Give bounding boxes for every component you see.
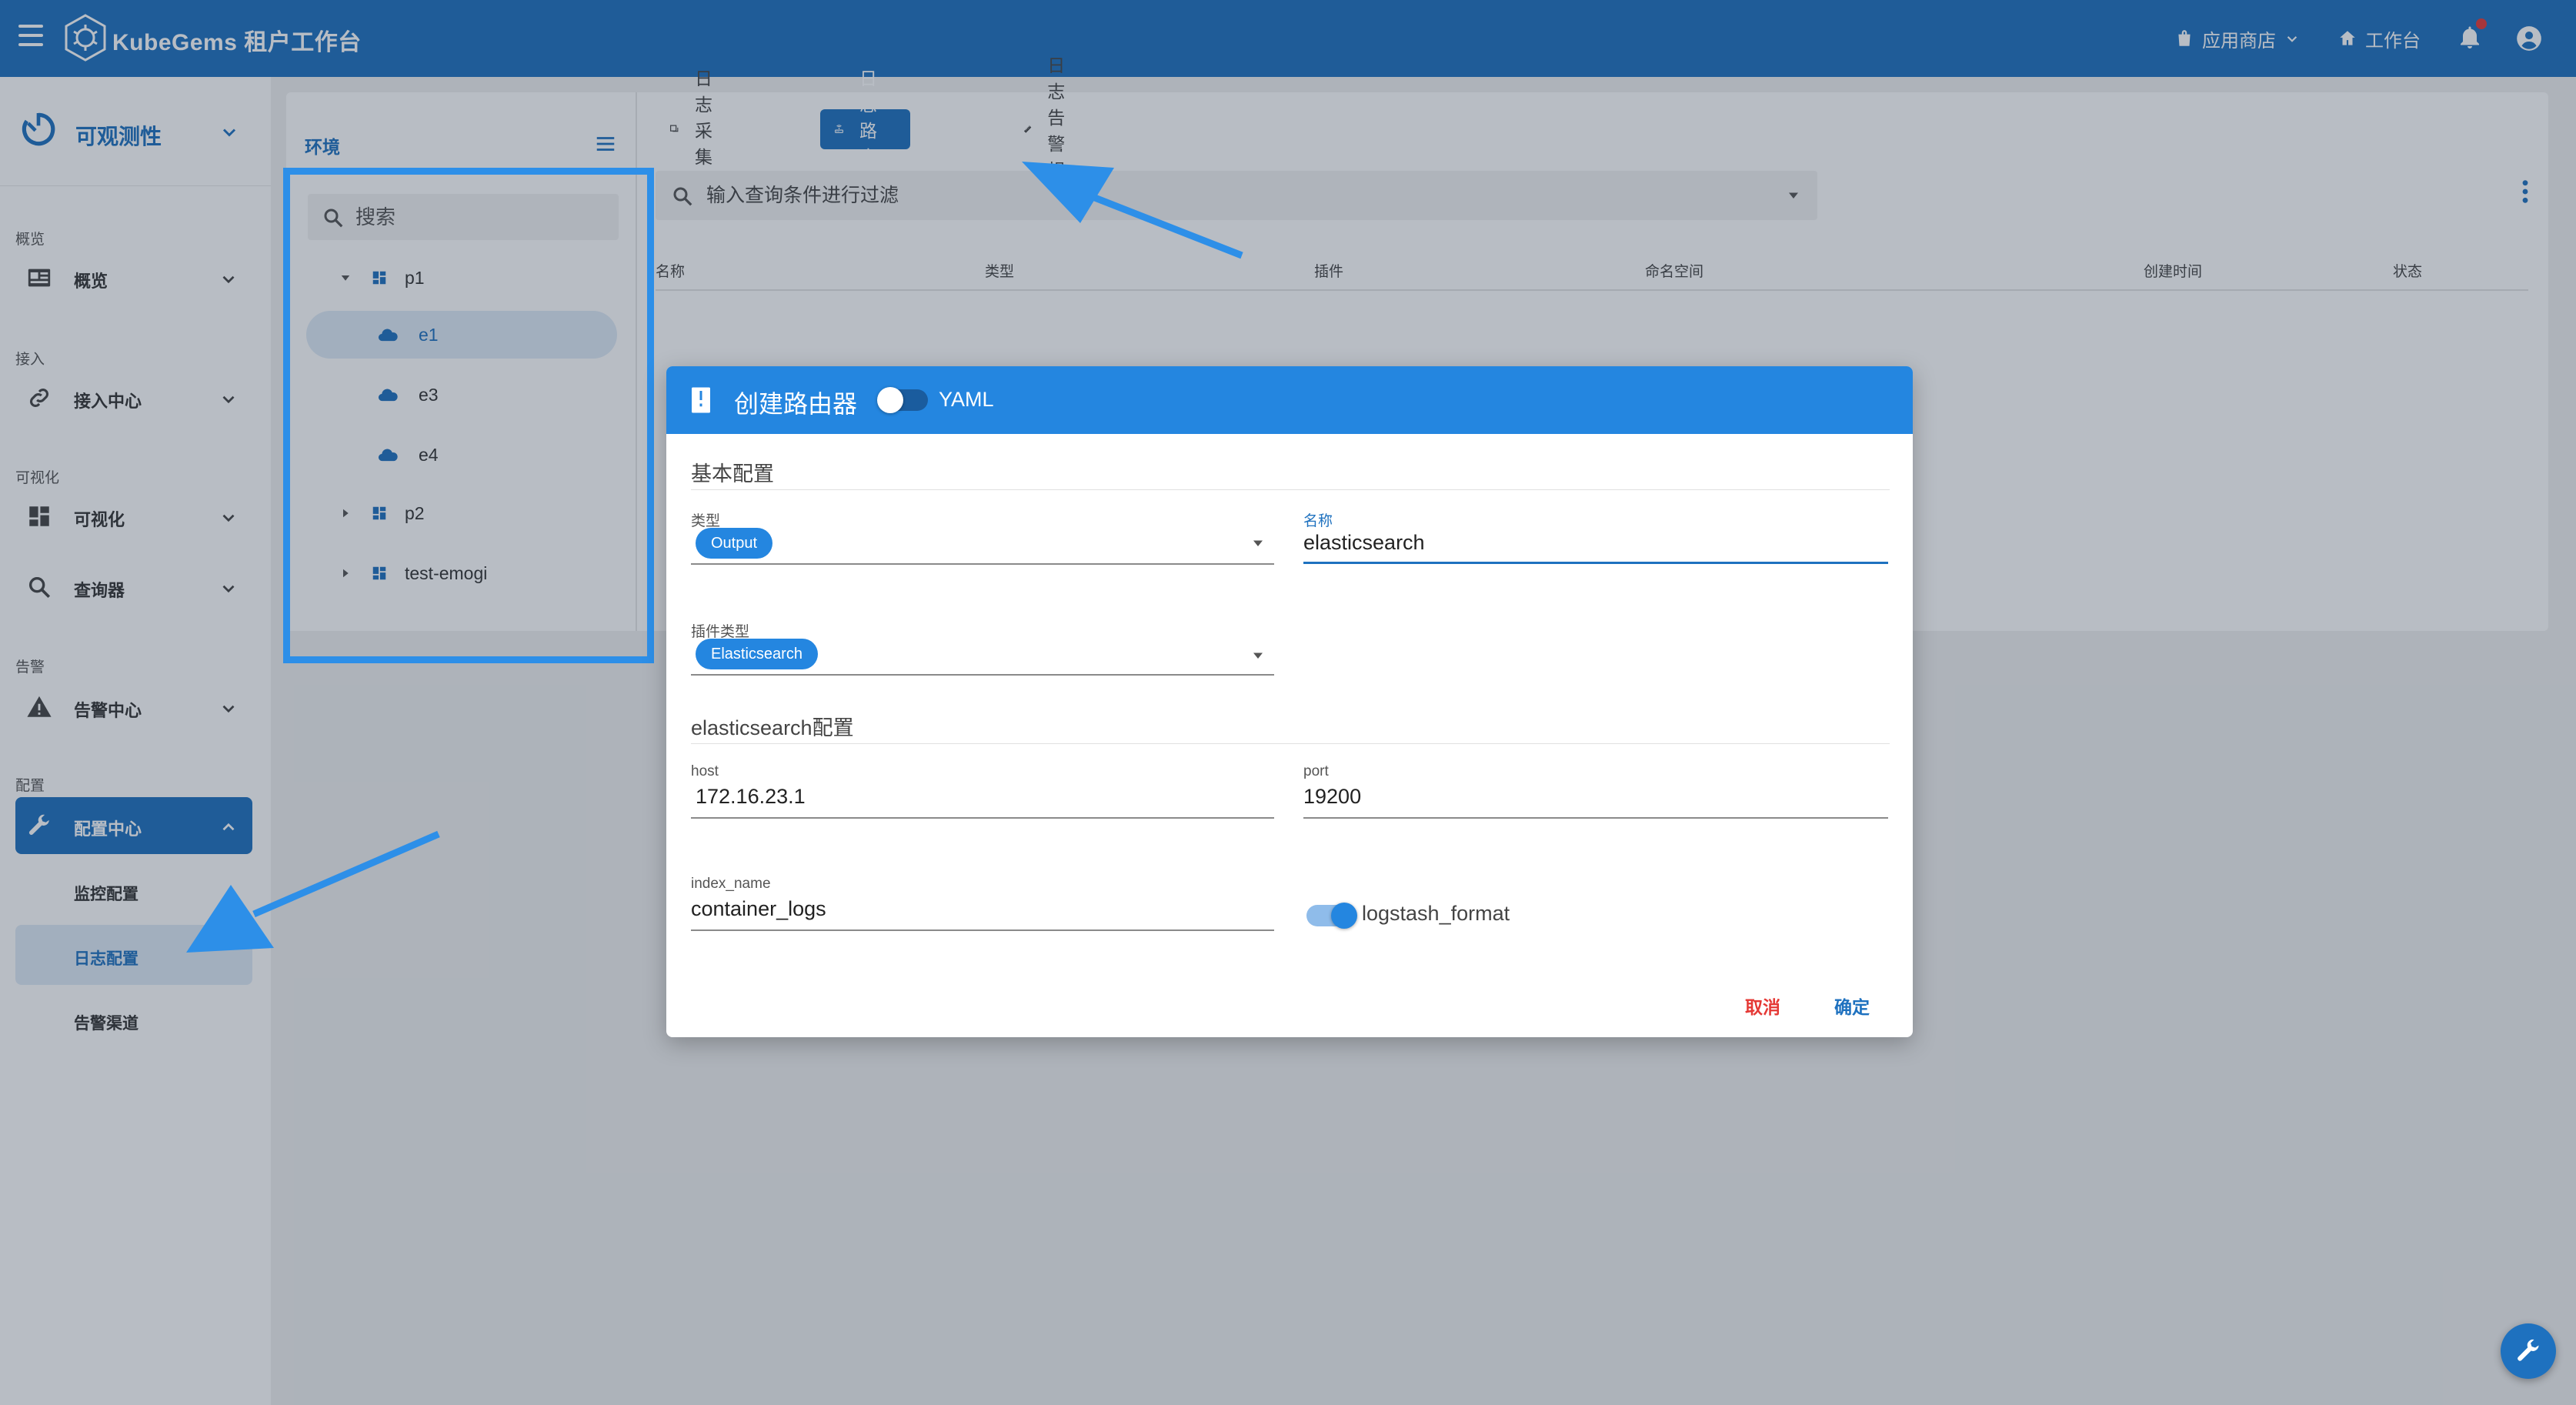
arrow-to-log-config (186, 830, 440, 953)
wrench-icon (2518, 1339, 2539, 1361)
arrow-to-router-tab (1022, 162, 1243, 259)
annotation-arrows (186, 162, 1243, 953)
settings-fab[interactable] (2501, 1323, 2556, 1379)
